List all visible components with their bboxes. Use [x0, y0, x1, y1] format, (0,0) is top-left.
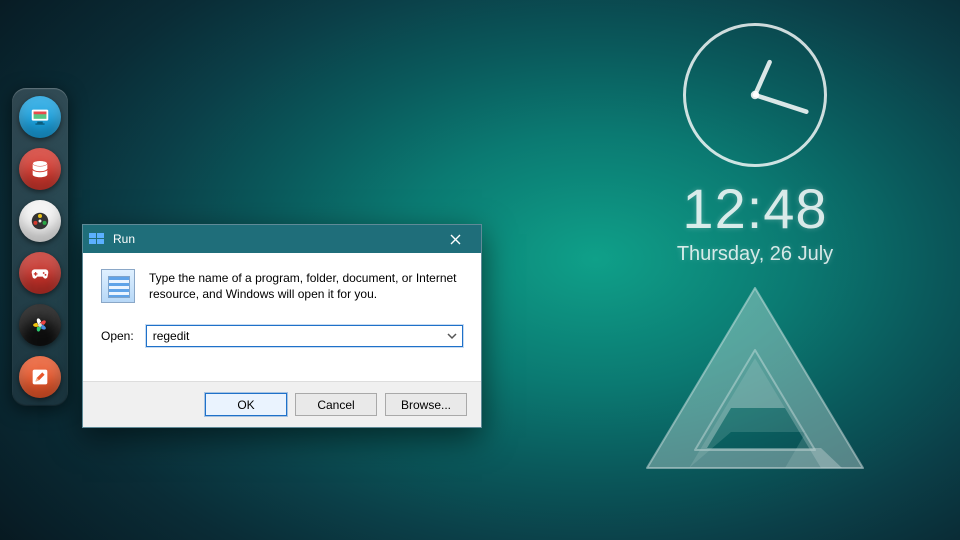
- dock-item-media[interactable]: [19, 200, 61, 242]
- run-program-icon: [101, 269, 135, 303]
- run-titlebar[interactable]: Run: [83, 225, 481, 253]
- browse-button[interactable]: Browse...: [385, 393, 467, 416]
- close-button[interactable]: [433, 225, 477, 253]
- run-body: Type the name of a program, folder, docu…: [83, 253, 481, 381]
- digital-time: 12:48: [682, 176, 827, 241]
- close-icon: [450, 234, 461, 245]
- open-input[interactable]: [147, 326, 462, 346]
- run-title: Run: [113, 232, 433, 246]
- dock-item-editor[interactable]: [19, 356, 61, 398]
- windows-logo-icon: [89, 233, 105, 245]
- dock-item-gamepad[interactable]: [19, 252, 61, 294]
- database-icon: [29, 158, 51, 180]
- app-dock: [12, 88, 68, 406]
- desktop-clock-widget: 12:48 Thursday, 26 July: [620, 20, 890, 480]
- open-label: Open:: [101, 329, 134, 343]
- gamepad-icon: [29, 262, 51, 284]
- penrose-triangle-icon: [635, 280, 875, 480]
- run-description: Type the name of a program, folder, docu…: [149, 269, 463, 303]
- cancel-button[interactable]: Cancel: [295, 393, 377, 416]
- run-footer: OK Cancel Browse...: [83, 381, 481, 427]
- media-reel-icon: [29, 210, 51, 232]
- open-combobox[interactable]: [146, 325, 463, 347]
- dock-item-fan[interactable]: [19, 304, 61, 346]
- ok-button[interactable]: OK: [205, 393, 287, 416]
- date-display: Thursday, 26 July: [677, 243, 833, 266]
- dock-item-monitor[interactable]: [19, 96, 61, 138]
- fan-icon: [29, 314, 51, 336]
- pencil-icon: [29, 366, 51, 388]
- analog-clock-icon: [680, 20, 830, 170]
- monitor-icon: [29, 106, 51, 128]
- dock-item-database[interactable]: [19, 148, 61, 190]
- run-dialog: Run Type the name of a program, folder, …: [82, 224, 482, 428]
